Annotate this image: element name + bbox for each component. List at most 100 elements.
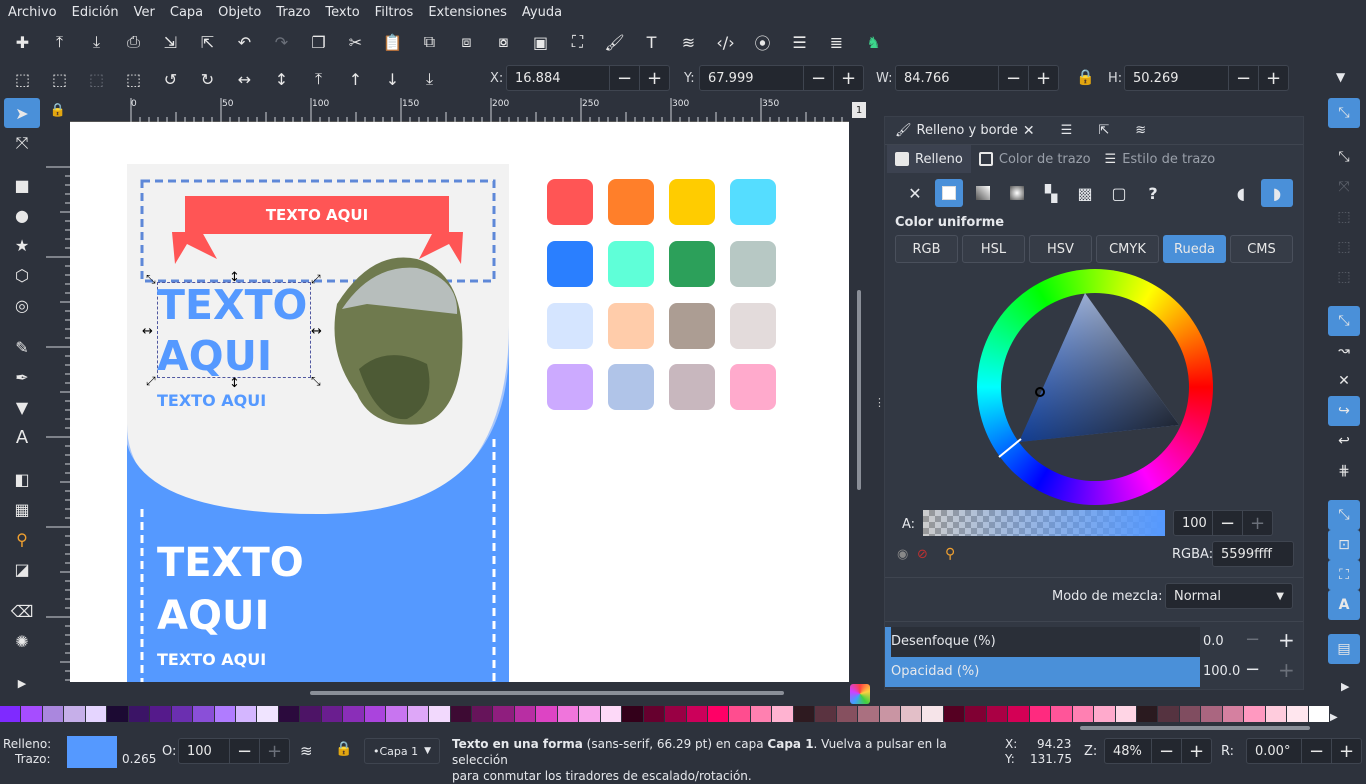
palette-swatch[interactable] (1072, 706, 1095, 722)
linear-gradient-icon[interactable] (969, 179, 997, 207)
palette-swatch[interactable] (1308, 706, 1331, 722)
palette-swatch[interactable] (686, 706, 708, 722)
palette-swatch[interactable] (643, 706, 666, 722)
palette-swatch[interactable] (21, 706, 43, 722)
menu-capa[interactable]: Capa (162, 5, 210, 20)
rgba-field[interactable]: 5599ffff (1212, 541, 1294, 567)
palette-swatch[interactable] (235, 706, 258, 722)
pen-tool-icon[interactable]: ✒ (0, 362, 44, 392)
scale-handle-se[interactable]: ⤡ (311, 374, 321, 389)
menu-trazo[interactable]: Trazo (268, 5, 317, 20)
dropper-tool-icon[interactable]: ⚲ (0, 524, 44, 554)
menu-ver[interactable]: Ver (126, 5, 162, 20)
snap-bbox-corner-icon[interactable]: ⬚ (1322, 202, 1366, 232)
palette-swatch[interactable] (42, 706, 65, 722)
import-icon[interactable]: ⇲ (152, 26, 189, 58)
snap-bbox-edge-icon[interactable]: ⤧ (1322, 172, 1366, 202)
snap-smooth-icon[interactable]: ↩ (1322, 426, 1366, 456)
layer-select[interactable]: •Capa 1 ▼ (364, 738, 440, 764)
palette-swatch[interactable] (901, 706, 923, 722)
palette-swatch[interactable] (107, 706, 129, 722)
toolbox-expand-icon[interactable]: ▶ (0, 668, 44, 698)
palette-swatch[interactable] (1094, 706, 1116, 722)
menu-filtros[interactable]: Filtros (367, 5, 421, 20)
lower-to-bottom-icon[interactable]: ⤓ (411, 63, 448, 95)
group-icon[interactable]: ▣ (522, 26, 559, 58)
color-swatch[interactable] (669, 302, 715, 349)
palette-swatch[interactable] (128, 706, 151, 722)
mesh-tool-icon[interactable]: ▦ (0, 494, 44, 524)
blur-value[interactable]: 0.0 (1203, 634, 1224, 649)
palette-swatch[interactable] (85, 706, 108, 722)
star-tool-icon[interactable]: ★ (0, 230, 44, 260)
alpha-increment-button[interactable]: + (1242, 510, 1272, 536)
opacity-value[interactable]: 100.0 (1203, 664, 1240, 679)
ellipse-tool-icon[interactable]: ● (0, 200, 44, 230)
deselect-icon[interactable]: ⬚ (78, 63, 115, 95)
color-swatch[interactable] (730, 240, 776, 287)
rotation-increment[interactable]: + (1331, 738, 1361, 764)
tab-align-icon[interactable]: ☰ (1061, 123, 1073, 138)
x-field[interactable]: 16.884 − + (506, 65, 670, 91)
palette-swatch[interactable] (407, 706, 430, 722)
mode-cms[interactable]: CMS (1230, 235, 1293, 263)
h-decrement-button[interactable]: − (1228, 65, 1258, 91)
duplicate-icon[interactable]: ⧉ (411, 26, 448, 58)
mode-rueda[interactable]: Rueda (1163, 235, 1226, 263)
print-icon[interactable]: ⎙ (115, 26, 152, 58)
pattern-icon[interactable]: ▩ (1071, 179, 1099, 207)
selector-tool-icon[interactable]: ➤ (4, 98, 40, 128)
fill-rule-evenodd-icon[interactable]: ◖ (1227, 179, 1255, 207)
snap-enable-icon[interactable]: ⤡ (1328, 98, 1360, 128)
tab-layers-icon[interactable]: ≋ (1135, 123, 1146, 138)
flip-horizontal-icon[interactable]: ↔ (226, 63, 263, 95)
bottom-headline[interactable]: TEXTO AQUI (157, 537, 304, 643)
no-paint-icon[interactable]: ✕ (901, 179, 929, 207)
undo-icon[interactable]: ↶ (226, 26, 263, 58)
blur-decrement-button[interactable]: − (1245, 629, 1260, 650)
palette-swatch[interactable] (750, 706, 773, 722)
scale-handle-nw[interactable]: ⤡ (146, 272, 156, 287)
palette-swatch[interactable] (815, 706, 837, 722)
rotation-field[interactable]: 0.00° − + (1246, 738, 1362, 764)
calligraphy-tool-icon[interactable]: ▼ (0, 392, 44, 422)
raise-icon[interactable]: ↑ (337, 63, 374, 95)
blur-increment-button[interactable]: + (1278, 628, 1295, 652)
color-swatch[interactable] (730, 179, 776, 225)
paste-icon[interactable]: 📋 (374, 26, 411, 58)
palette-swatch[interactable] (514, 706, 537, 722)
palette-swatch[interactable] (450, 706, 472, 722)
palette-swatch[interactable] (214, 706, 236, 722)
text-tool-icon[interactable]: A (0, 422, 44, 452)
snap-cusp-icon[interactable]: ↪ (1328, 396, 1360, 426)
w-field[interactable]: 84.766 − + (895, 65, 1059, 91)
snap-centers-icon[interactable]: ⊡ (1328, 530, 1360, 560)
zoom-in-button[interactable]: + (1181, 738, 1211, 764)
palette-swatch[interactable] (536, 706, 558, 722)
text-font-icon[interactable]: T (633, 26, 670, 58)
lock-ratio-icon[interactable]: 🔒 (1076, 68, 1095, 86)
palette-swatch[interactable] (1115, 706, 1138, 722)
close-icon[interactable]: ✕ (1023, 123, 1035, 139)
rotation-decrement[interactable]: − (1301, 738, 1331, 764)
opacity-quick-field[interactable]: 100 − + (178, 738, 290, 764)
palette-swatch[interactable] (793, 706, 816, 722)
radial-gradient-icon[interactable] (1003, 179, 1031, 207)
scale-handle-e[interactable]: ↔ (311, 324, 322, 339)
opacity-quick-increment[interactable]: + (259, 738, 289, 764)
scale-handle-sw[interactable]: ⤢ (146, 374, 156, 389)
ungroup-icon[interactable]: ⛶ (559, 26, 596, 58)
menu-ayuda[interactable]: Ayuda (514, 5, 569, 20)
palette-swatch[interactable] (364, 706, 387, 722)
blend-mode-select[interactable]: Normal ▼ (1165, 583, 1293, 609)
palette-swatch[interactable] (1244, 706, 1266, 722)
color-swatch[interactable] (608, 364, 654, 411)
raise-to-top-icon[interactable]: ⤒ (300, 63, 337, 95)
palette-swatch[interactable] (343, 706, 365, 722)
preferences-icon[interactable]: ≣ (818, 26, 855, 58)
horizontal-scrollbar[interactable] (310, 691, 784, 695)
palette-swatch[interactable] (1008, 706, 1030, 722)
guide-lock-icon[interactable]: 🔒 (46, 98, 70, 122)
color-swatch[interactable] (669, 364, 715, 411)
scale-handle-n[interactable]: ↕ (229, 270, 240, 285)
